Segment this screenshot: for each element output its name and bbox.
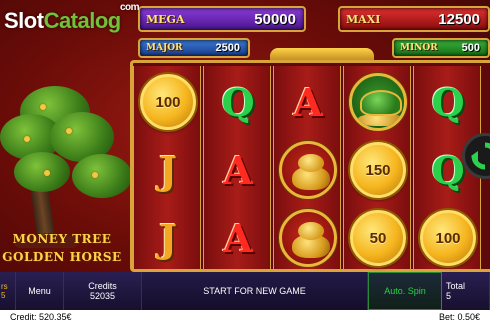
tree-coin bbox=[24, 136, 30, 142]
credits-value: 52035 bbox=[89, 291, 116, 301]
jackpot-minor: MINOR 500 bbox=[392, 38, 490, 58]
total-value: 5 bbox=[446, 291, 452, 301]
tree-coin bbox=[66, 128, 72, 134]
symbol-letter-j: J bbox=[159, 147, 177, 193]
symbol-letter-a: A bbox=[293, 79, 323, 125]
jackpot-maxi: MAXI 12500 bbox=[338, 6, 490, 32]
left-partial-button[interactable]: rs 5 bbox=[0, 272, 16, 310]
watermark-catalog: Catalog bbox=[43, 8, 122, 33]
symbol-letter-q: Q bbox=[431, 147, 465, 193]
left-partial-label: rs 5 bbox=[1, 282, 8, 300]
tree-coin bbox=[44, 170, 50, 176]
reel-symbol: 150 bbox=[345, 138, 411, 202]
golden-turtle-symbol bbox=[349, 73, 407, 131]
total-bet-display[interactable]: Total 5 bbox=[442, 272, 490, 310]
jackpot-major-value: 2500 bbox=[215, 42, 240, 54]
reel-symbol bbox=[275, 138, 341, 202]
gold-coin-symbol: 100 bbox=[420, 210, 476, 266]
status-credit: Credit: 520.35€ bbox=[10, 311, 72, 322]
turtle-shell bbox=[360, 90, 402, 116]
jackpot-minor-value: 500 bbox=[461, 42, 480, 54]
jackpot-mega: MEGA 50000 bbox=[138, 6, 306, 32]
reel-symbol: J bbox=[135, 138, 201, 202]
status-bar: Credit: 520.35€ Bet: 0.50€ bbox=[0, 310, 490, 323]
reels-frame: 100 J J Q A A A 150 50 Q Q 100 bbox=[130, 60, 490, 272]
reel-symbol: 100 bbox=[415, 206, 481, 270]
coin-value: 150 bbox=[365, 161, 391, 179]
symbol-letter-a: A bbox=[223, 147, 253, 193]
menu-button[interactable]: Menu bbox=[16, 272, 64, 310]
auto-spin-button[interactable]: Auto. Spin bbox=[368, 272, 442, 310]
game-scene: MEGA 50000 MAXI 12500 MAJOR 2500 MINOR 5… bbox=[0, 0, 490, 323]
frog-head bbox=[298, 222, 324, 240]
reel-2: QAA bbox=[203, 66, 271, 269]
logo-line2: GOLDEN HORSE bbox=[2, 250, 122, 264]
symbol-letter-j: J bbox=[159, 215, 177, 261]
logo-line1: MONEY TREE bbox=[12, 232, 112, 246]
symbol-letter-q: Q bbox=[431, 79, 465, 125]
watermark: SlotCatalog com bbox=[4, 2, 140, 34]
jackpot-mega-label: MEGA bbox=[146, 12, 185, 26]
reel-symbol: A bbox=[205, 206, 271, 270]
credits-label: Credits bbox=[88, 281, 117, 291]
gold-coin-symbol: 150 bbox=[350, 142, 406, 198]
tree-foliage bbox=[72, 154, 132, 198]
start-button[interactable]: START FOR NEW GAME bbox=[142, 272, 368, 310]
status-bet: Bet: 0.50€ bbox=[438, 311, 480, 322]
golden-frog-symbol bbox=[279, 209, 337, 267]
reel-1: 100 J J bbox=[133, 66, 201, 269]
tree-foliage bbox=[14, 152, 70, 192]
coin-value: 50 bbox=[369, 229, 387, 247]
menu-label: Menu bbox=[28, 286, 51, 296]
coin-value: 100 bbox=[155, 93, 181, 111]
reel-symbol: Q bbox=[415, 70, 481, 134]
auto-spin-label: Auto. Spin bbox=[384, 286, 426, 296]
jackpot-minor-label: MINOR bbox=[400, 43, 438, 53]
gold-coin-symbol: 50 bbox=[350, 210, 406, 266]
jackpot-major: MAJOR 2500 bbox=[138, 38, 250, 58]
symbol-letter-a: A bbox=[223, 215, 253, 261]
reel-symbol bbox=[345, 70, 411, 134]
reel-symbol: Q bbox=[205, 70, 271, 134]
refresh-arrows-icon bbox=[471, 142, 490, 170]
frog-head bbox=[298, 154, 324, 172]
game-logo: MONEY TREE GOLDEN HORSE bbox=[0, 232, 124, 272]
jackpot-maxi-value: 12500 bbox=[438, 10, 480, 28]
gold-coin-symbol: 100 bbox=[140, 74, 196, 130]
golden-frog-symbol bbox=[279, 141, 337, 199]
total-label: Total bbox=[446, 281, 466, 291]
reel-symbol: 100 bbox=[135, 70, 201, 134]
watermark-com: com bbox=[120, 2, 140, 13]
tree-coin bbox=[40, 104, 46, 110]
control-bar: rs 5 Menu Credits 52035 START FOR NEW GA… bbox=[0, 272, 490, 310]
jackpot-maxi-label: MAXI bbox=[346, 12, 381, 26]
reel-symbol: 50 bbox=[345, 206, 411, 270]
reel-symbol: J bbox=[135, 206, 201, 270]
reel-3: A bbox=[273, 66, 341, 269]
reel-symbol: A bbox=[205, 138, 271, 202]
coin-value: 100 bbox=[435, 229, 461, 247]
reel-4: 150 50 bbox=[343, 66, 411, 269]
credits-display[interactable]: Credits 52035 bbox=[64, 272, 142, 310]
tree-coin bbox=[92, 172, 98, 178]
symbol-letter-q: Q bbox=[221, 79, 255, 125]
watermark-slot: Slot bbox=[4, 8, 44, 33]
reel-symbol: A bbox=[275, 70, 341, 134]
jackpot-major-label: MAJOR bbox=[146, 43, 183, 53]
reel-symbol bbox=[275, 206, 341, 270]
start-label: START FOR NEW GAME bbox=[203, 286, 306, 296]
jackpot-mega-value: 50000 bbox=[254, 10, 296, 28]
